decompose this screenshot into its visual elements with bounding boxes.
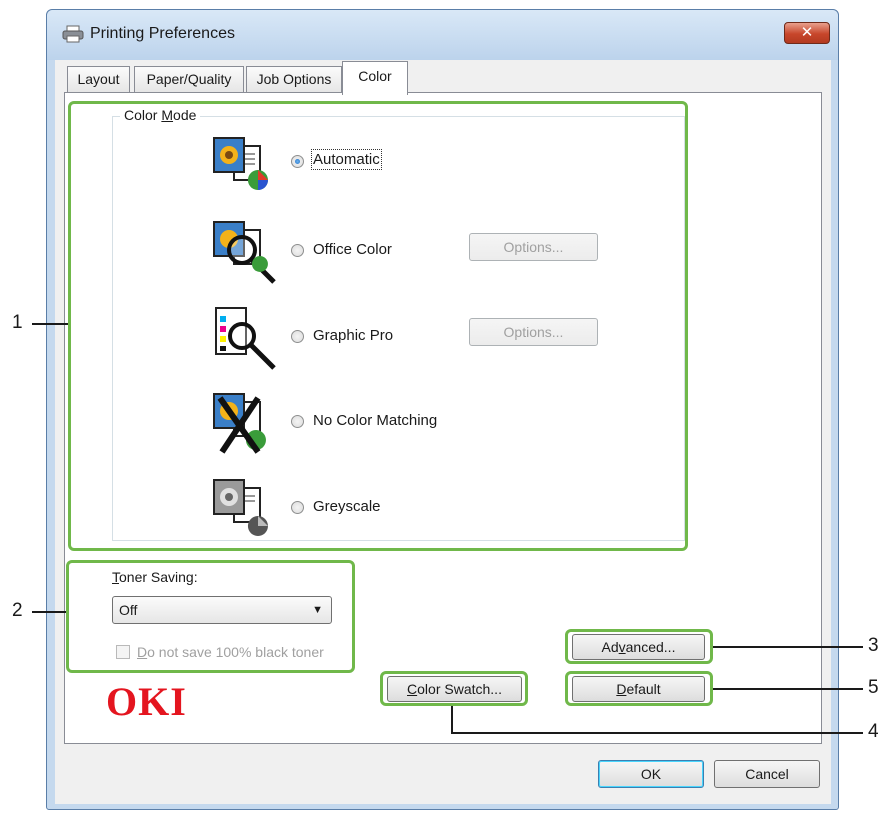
oki-logo: OKI <box>106 679 187 724</box>
tab-job-options[interactable]: Job Options <box>246 66 342 92</box>
printer-icon <box>62 25 84 43</box>
callout-line-5 <box>713 688 863 690</box>
tab-label: Job Options <box>256 71 332 87</box>
callout-line-2 <box>32 611 66 613</box>
close-button[interactable]: ✕ <box>784 22 830 44</box>
callout-line-3 <box>713 646 863 648</box>
tab-layout[interactable]: Layout <box>67 66 130 92</box>
callout-number-4: 4 <box>868 721 879 742</box>
tab-label: Paper/Quality <box>146 71 232 87</box>
callout-line-1 <box>32 323 68 325</box>
cancel-button[interactable]: Cancel <box>714 760 820 788</box>
callout-box-1 <box>68 101 688 551</box>
callout-number-2: 2 <box>12 600 23 621</box>
tab-label: Layout <box>77 71 120 87</box>
callout-number-3: 3 <box>868 635 879 656</box>
tab-color[interactable]: Color <box>342 61 408 95</box>
callout-box-2 <box>66 560 355 673</box>
window-title: Printing Preferences <box>90 25 235 42</box>
callout-line-4-vertical <box>451 706 453 734</box>
callout-number-1: 1 <box>12 312 23 333</box>
callout-box-3 <box>565 629 713 664</box>
tab-paper-quality[interactable]: Paper/Quality <box>134 66 244 92</box>
callout-box-4 <box>380 671 528 706</box>
callout-number-5: 5 <box>868 677 879 698</box>
callout-line-4-horizontal <box>451 732 863 734</box>
tab-label: Color <box>358 68 392 84</box>
close-icon: ✕ <box>800 24 814 41</box>
ok-button[interactable]: OK <box>598 760 704 788</box>
callout-box-5 <box>565 671 713 706</box>
